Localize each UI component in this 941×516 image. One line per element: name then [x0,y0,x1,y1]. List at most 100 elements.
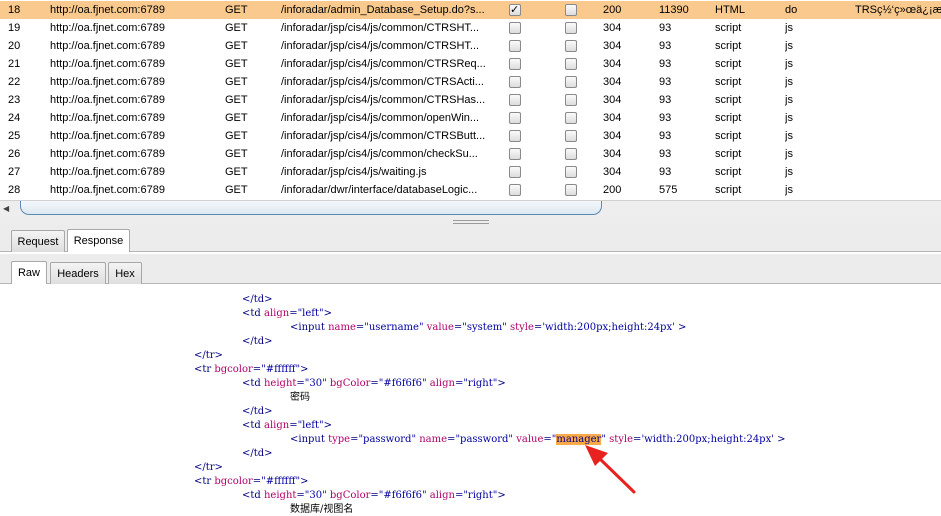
edited-checkbox[interactable] [565,109,579,127]
table-row[interactable]: 28 http://oa.fjnet.com:6789 GET/inforadar/… [0,181,941,199]
table-row[interactable]: 24 http://oa.fjnet.com:6789 GET/inforadar/… [0,109,941,127]
params-checkbox[interactable] [509,1,523,19]
mime-cell: script [715,22,742,34]
params-checkbox[interactable] [509,127,523,145]
checkbox-icon[interactable] [509,184,521,196]
params-checkbox[interactable] [509,37,523,55]
edited-checkbox[interactable] [565,127,579,145]
params-checkbox[interactable] [509,181,523,199]
edited-checkbox[interactable] [565,163,579,181]
mime-cell: script [715,76,742,88]
checkbox-icon[interactable] [509,76,521,88]
tab-request[interactable]: Request [11,230,65,252]
table-row[interactable]: 20 http://oa.fjnet.com:6789 GET/inforadar/… [0,37,941,55]
checkbox-icon[interactable] [509,58,521,70]
checkbox-icon[interactable] [509,166,521,178]
length-cell: 93 [659,58,672,70]
params-checkbox[interactable] [509,163,523,181]
table-row[interactable]: 18 http://oa.fjnet.com:6789 GET/inforadar/… [0,1,941,19]
tab-response[interactable]: Response [67,229,130,252]
source-token: > [300,364,309,375]
checkbox-icon[interactable] [509,22,521,34]
row-number: 23 [8,94,21,106]
table-row[interactable]: 21 http://oa.fjnet.com:6789 GET/inforadar/… [0,55,941,73]
params-checkbox[interactable] [509,145,523,163]
checkbox-icon[interactable] [509,40,521,52]
host-cell: http://oa.fjnet.com:6789 [50,40,165,52]
source-token: 'width:200px;height:24px' [542,322,675,333]
edited-checkbox[interactable] [565,145,579,163]
checkbox-icon[interactable] [509,130,521,142]
checkbox-icon[interactable] [565,40,577,52]
source-token: </td> [242,294,273,305]
source-token: <td [242,490,264,501]
checkbox-icon[interactable] [509,94,521,106]
edited-checkbox[interactable] [565,19,579,37]
source-line: </td> [242,405,273,419]
checkbox-icon[interactable] [565,166,577,178]
response-source-view[interactable]: </td> <td align="left"> <input name="usern… [0,285,941,516]
checkbox-icon[interactable] [565,76,577,88]
edited-checkbox[interactable] [565,37,579,55]
table-row[interactable]: 26 http://oa.fjnet.com:6789 GET/inforadar/… [0,145,941,163]
params-checkbox[interactable] [509,91,523,109]
checkbox-icon[interactable] [509,1,521,19]
checkbox-icon[interactable] [565,148,577,160]
source-token: 密码 [290,392,310,403]
horizontal-scrollbar[interactable]: ◀ [0,200,941,217]
checkbox-icon[interactable] [509,148,521,160]
source-token: align [429,378,455,389]
checkbox-icon[interactable] [565,22,577,34]
tab-raw[interactable]: Raw [11,261,47,284]
source-token: " [601,434,610,445]
host-cell: http://oa.fjnet.com:6789 [50,4,165,16]
checkbox-icon[interactable] [565,58,577,70]
method-cell: GET [225,166,248,178]
params-checkbox[interactable] [509,73,523,91]
arrow-left-icon[interactable]: ◀ [3,202,15,216]
table-row[interactable]: 25 http://oa.fjnet.com:6789 GET/inforadar/… [0,127,941,145]
params-checkbox[interactable] [509,109,523,127]
source-token: = [296,490,305,501]
source-token: = [370,490,379,501]
pane-splitter[interactable] [0,217,941,225]
checkbox-icon[interactable] [565,130,577,142]
checkbox-icon[interactable] [509,112,521,124]
source-token: "#ffffff" [261,364,301,375]
tab-headers[interactable]: Headers [50,262,106,284]
source-token: = [355,322,365,333]
source-token: "left" [297,308,324,319]
extension-cell: js [785,22,793,34]
edited-checkbox[interactable] [565,91,579,109]
title-cell [855,19,941,37]
params-checkbox[interactable] [509,55,523,73]
url-cell: /inforadar/jsp/cis4/js/common/CTRSButt..… [281,130,486,142]
extension-cell: js [785,148,793,160]
method-cell: GET [225,58,248,70]
source-token: = [543,434,552,445]
table-row[interactable]: 22 http://oa.fjnet.com:6789 GET/inforadar/… [0,73,941,91]
source-token: > [497,490,506,501]
title-cell: TRSç½‘ç»œä¿¡æ [855,4,941,16]
table-row[interactable]: 27 http://oa.fjnet.com:6789 GET/inforadar/… [0,163,941,181]
edited-checkbox[interactable] [565,55,579,73]
title-cell [855,163,941,181]
params-checkbox[interactable] [509,19,523,37]
tab-hex[interactable]: Hex [108,262,142,284]
mime-cell: script [715,40,742,52]
checkbox-icon[interactable] [565,112,577,124]
scrollbar-thumb[interactable] [20,201,602,215]
edited-checkbox[interactable] [565,1,579,19]
url-cell: /inforadar/jsp/cis4/js/common/openWin... [281,112,480,124]
table-row[interactable]: 23 http://oa.fjnet.com:6789 GET/inforadar/… [0,91,941,109]
checkbox-icon[interactable] [565,184,577,196]
length-cell: 93 [659,148,672,160]
checkbox-icon[interactable] [565,4,577,16]
source-token: style [609,434,634,445]
edited-checkbox[interactable] [565,73,579,91]
edited-checkbox[interactable] [565,181,579,199]
splitter-grip[interactable] [453,220,489,224]
table-row[interactable]: 19 http://oa.fjnet.com:6789 GET/inforadar/… [0,19,941,37]
checkbox-icon[interactable] [565,94,577,106]
title-cell [855,73,941,91]
